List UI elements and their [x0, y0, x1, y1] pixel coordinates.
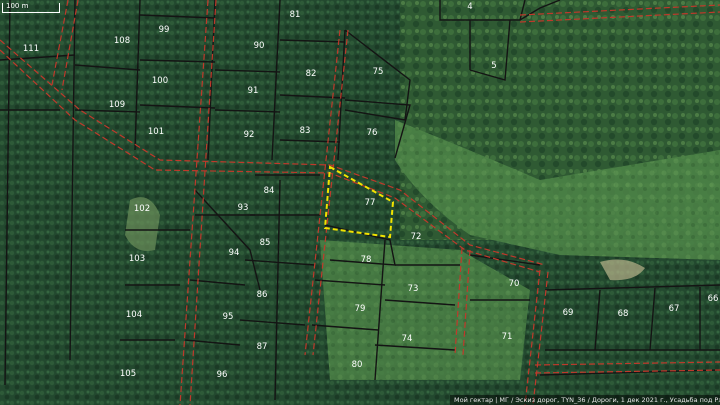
- plot-label-67[interactable]: 67: [669, 304, 680, 314]
- plot-label-71[interactable]: 71: [502, 332, 513, 342]
- plot-label-77[interactable]: 77: [365, 198, 376, 208]
- plot-label-108[interactable]: 108: [114, 36, 130, 46]
- plot-label-75[interactable]: 75: [373, 67, 384, 77]
- plot-label-84[interactable]: 84: [264, 186, 275, 196]
- map-attribution: Мой гектар | МГ / Эскиз дорог, TYN_36 / …: [450, 395, 720, 405]
- plot-label-81[interactable]: 81: [290, 10, 301, 20]
- plot-label-74[interactable]: 74: [402, 334, 413, 344]
- plot-label-102[interactable]: 102: [134, 204, 150, 214]
- plot-label-94[interactable]: 94: [229, 248, 240, 258]
- plot-label-92[interactable]: 92: [244, 130, 255, 140]
- plot-label-82[interactable]: 82: [306, 69, 317, 79]
- plot-label-103[interactable]: 103: [129, 254, 145, 264]
- plot-label-90[interactable]: 90: [254, 41, 265, 51]
- plot-label-96[interactable]: 96: [217, 370, 228, 380]
- plot-label-105[interactable]: 105: [120, 369, 136, 379]
- scale-bar: 100 m: [2, 2, 60, 13]
- plot-label-91[interactable]: 91: [248, 86, 259, 96]
- plot-label-109[interactable]: 109: [109, 100, 125, 110]
- plot-label-76[interactable]: 76: [367, 128, 378, 138]
- plot-label-80[interactable]: 80: [352, 360, 363, 370]
- plot-label-72[interactable]: 72: [411, 232, 422, 242]
- plot-label-69[interactable]: 69: [563, 308, 574, 318]
- plot-label-87[interactable]: 87: [257, 342, 268, 352]
- plot-label-78[interactable]: 78: [361, 255, 372, 265]
- scale-label: 100 m: [6, 2, 29, 10]
- plot-label-86[interactable]: 86: [257, 290, 268, 300]
- plot-label-5[interactable]: 5: [491, 61, 496, 71]
- plot-label-95[interactable]: 95: [223, 312, 234, 322]
- plot-label-70[interactable]: 70: [509, 279, 520, 289]
- plot-label-66[interactable]: 66: [708, 294, 719, 304]
- plot-label-85[interactable]: 85: [260, 238, 271, 248]
- plot-label-79[interactable]: 79: [355, 304, 366, 314]
- map-view[interactable]: 111 108 99 81 90 82 75 100 109 91 101 92 83 76 84 102 93…: [0, 0, 720, 405]
- plot-label-100[interactable]: 100: [152, 76, 168, 86]
- plot-label-73[interactable]: 73: [408, 284, 419, 294]
- plot-label-4[interactable]: 4: [467, 2, 472, 12]
- plot-label-101[interactable]: 101: [148, 127, 164, 137]
- plot-label-104[interactable]: 104: [126, 310, 142, 320]
- plot-label-93[interactable]: 93: [238, 203, 249, 213]
- plot-label-99[interactable]: 99: [159, 25, 170, 35]
- plot-label-68[interactable]: 68: [618, 309, 629, 319]
- plot-label-83[interactable]: 83: [300, 126, 311, 136]
- satellite-basemap: 111 108 99 81 90 82 75 100 109 91 101 92 83 76 84 102 93…: [0, 0, 720, 405]
- plot-label-111[interactable]: 111: [23, 44, 39, 54]
